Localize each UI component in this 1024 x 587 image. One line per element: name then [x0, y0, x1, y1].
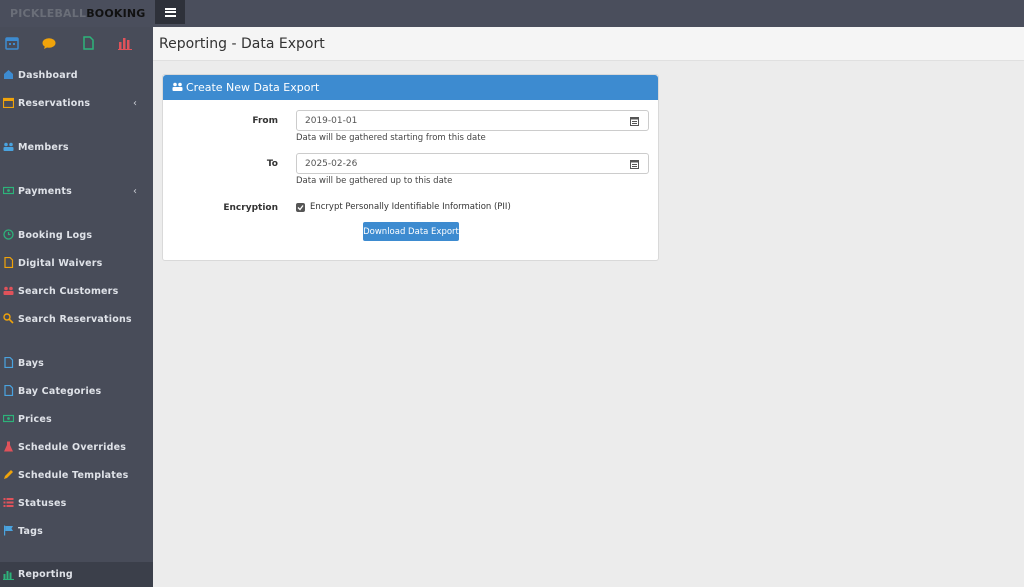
list-icon: [3, 498, 14, 507]
encrypt-pii-checkbox-row[interactable]: Encrypt Personally Identifiable Informat…: [296, 202, 511, 212]
sidebar-item-label: Bays: [18, 357, 45, 369]
sidebar-item-label: Reporting: [18, 569, 73, 580]
data-export-card: Create New Data Export From 2019-01-01 D…: [162, 74, 659, 261]
sidebar-item-prices[interactable]: Prices: [0, 408, 153, 430]
sidebar-item-payments[interactable]: Payments ‹: [0, 180, 153, 202]
to-date-value: 2025-02-26: [305, 159, 358, 169]
sidebar-item-bay-categories[interactable]: Bay Categories: [0, 380, 153, 402]
hamburger-icon: [164, 7, 176, 17]
sidebar-item-label: Search Customers: [18, 285, 119, 297]
search-icon: [3, 313, 14, 324]
encrypt-pii-label: Encrypt Personally Identifiable Informat…: [310, 202, 511, 212]
brand-logo-part1: PICKLEBALL: [10, 6, 87, 20]
brand-logo-part2: BOOKING: [86, 6, 146, 20]
checkmark-icon: [297, 204, 304, 210]
sidebar-item-reservations[interactable]: Reservations ‹: [0, 92, 153, 114]
sidebar-item-search-customers[interactable]: Search Customers: [0, 280, 153, 302]
money-icon: [3, 186, 14, 195]
chat-bubble-icon[interactable]: [41, 35, 57, 51]
from-label: From: [252, 116, 278, 126]
bar-chart-icon[interactable]: [117, 35, 133, 51]
sidebar-item-schedule-templates[interactable]: Schedule Templates: [0, 464, 153, 486]
sidebar-item-label: Statuses: [18, 497, 67, 509]
sidebar-item-members[interactable]: Members: [0, 136, 153, 158]
card-title: Create New Data Export: [186, 81, 320, 94]
clock-icon: [3, 229, 14, 240]
sidebar-quick-icons: [0, 35, 153, 53]
sidebar-item-label: Schedule Templates: [18, 469, 129, 481]
file-icon: [4, 385, 14, 396]
from-help-text: Data will be gathered starting from this…: [296, 133, 486, 143]
sidebar-item-label: Dashboard: [18, 69, 78, 81]
chevron-left-icon: ‹: [133, 97, 137, 109]
users-icon: [3, 286, 14, 295]
sidebar-item-dashboard[interactable]: Dashboard: [0, 64, 153, 86]
home-icon: [4, 70, 13, 79]
sidebar: Dashboard Reservations ‹ Members Payment…: [0, 27, 153, 587]
from-date-value: 2019-01-01: [305, 116, 358, 126]
to-date-input[interactable]: 2025-02-26: [296, 153, 649, 174]
sidebar-item-label: Search Reservations: [18, 313, 132, 325]
flag-icon: [4, 525, 13, 536]
sidebar-item-reporting[interactable]: Reporting: [0, 562, 153, 587]
to-label: To: [266, 159, 278, 169]
sidebar-item-bays[interactable]: Bays: [0, 352, 153, 374]
page-title: Reporting - Data Export: [159, 36, 325, 52]
menu-toggle-button[interactable]: [155, 0, 185, 24]
users-icon: [3, 142, 14, 151]
sidebar-item-label: Digital Waivers: [18, 257, 103, 269]
sidebar-item-label: Tags: [18, 525, 43, 537]
top-bar: PICKLEBALL BOOKING: [0, 0, 1024, 27]
sidebar-item-label: Payments: [18, 185, 72, 197]
encrypt-pii-checkbox[interactable]: [296, 202, 305, 212]
page-header: Reporting - Data Export: [153, 27, 1024, 61]
sidebar-item-label: Bay Categories: [18, 385, 102, 397]
calendar-icon[interactable]: [630, 116, 639, 126]
money-icon: [3, 414, 14, 423]
file-icon: [4, 257, 14, 268]
calendar-icon[interactable]: [4, 35, 20, 51]
to-help-text: Data will be gathered up to this date: [296, 176, 453, 186]
bar-chart-icon: [3, 571, 14, 580]
sidebar-item-label: Reservations: [18, 97, 91, 109]
sidebar-item-label: Prices: [18, 413, 52, 425]
calendar-icon[interactable]: [630, 159, 639, 169]
flask-icon: [4, 441, 13, 452]
chevron-left-icon: ‹: [133, 185, 137, 197]
sidebar-item-label: Booking Logs: [18, 229, 93, 241]
sidebar-item-search-reservations[interactable]: Search Reservations: [0, 308, 153, 330]
document-icon[interactable]: [80, 35, 96, 51]
download-data-export-button[interactable]: Download Data Export: [363, 222, 459, 241]
brand-logo[interactable]: PICKLEBALL BOOKING: [10, 6, 146, 20]
card-header: Create New Data Export: [163, 75, 658, 100]
sidebar-item-statuses[interactable]: Statuses: [0, 492, 153, 514]
pencil-icon: [4, 470, 13, 479]
sidebar-item-booking-logs[interactable]: Booking Logs: [0, 224, 153, 246]
sidebar-item-label: Schedule Overrides: [18, 441, 127, 453]
encryption-label: Encryption: [223, 203, 278, 213]
sidebar-item-tags[interactable]: Tags: [0, 520, 153, 542]
file-icon: [4, 357, 14, 368]
sidebar-item-digital-waivers[interactable]: Digital Waivers: [0, 252, 153, 274]
sidebar-item-schedule-overrides[interactable]: Schedule Overrides: [0, 436, 153, 458]
calendar-icon: [3, 97, 14, 108]
from-date-input[interactable]: 2019-01-01: [296, 110, 649, 131]
users-icon: [172, 82, 183, 91]
sidebar-item-label: Members: [18, 141, 69, 153]
